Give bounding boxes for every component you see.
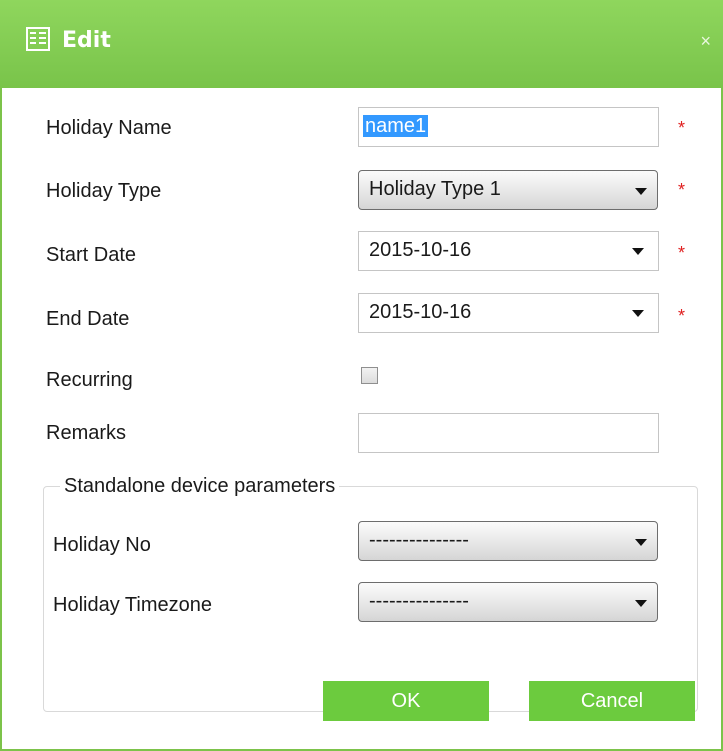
standalone-params-legend: Standalone device parameters — [60, 475, 340, 498]
edit-form-icon — [26, 27, 50, 51]
holiday-timezone-select[interactable]: --------------- — [358, 582, 658, 622]
chevron-down-icon[interactable] — [632, 248, 644, 255]
required-marker: * — [678, 180, 686, 200]
start-date-label: Start Date — [46, 244, 137, 266]
end-date-picker[interactable]: 2015-10-16 — [358, 293, 659, 333]
holiday-name-label: Holiday Name — [46, 117, 172, 139]
chevron-down-icon[interactable] — [632, 310, 644, 317]
remarks-input[interactable] — [358, 413, 659, 453]
close-icon[interactable]: × — [700, 32, 711, 50]
holiday-no-value: --------------- — [369, 529, 469, 551]
title-bar: Edit × — [0, 0, 723, 88]
start-date-value: 2015-10-16 — [369, 239, 472, 261]
chevron-down-icon — [635, 188, 647, 195]
end-date-value: 2015-10-16 — [369, 301, 472, 323]
holiday-no-label: Holiday No — [53, 534, 151, 556]
remarks-label: Remarks — [46, 422, 127, 444]
start-date-picker[interactable]: 2015-10-16 — [358, 231, 659, 271]
end-date-label: End Date — [46, 308, 130, 330]
holiday-no-select[interactable]: --------------- — [358, 521, 658, 561]
holiday-type-select[interactable]: Holiday Type 1 — [358, 170, 658, 210]
chevron-down-icon — [635, 539, 647, 546]
required-marker: * — [678, 243, 686, 263]
holiday-name-input[interactable]: name1 — [358, 107, 659, 147]
holiday-type-label: Holiday Type — [46, 180, 162, 202]
cancel-button[interactable]: Cancel — [529, 681, 695, 721]
required-marker: * — [678, 118, 686, 138]
chevron-down-icon — [635, 600, 647, 607]
recurring-checkbox[interactable] — [361, 367, 378, 384]
holiday-timezone-label: Holiday Timezone — [53, 594, 212, 616]
required-marker: * — [678, 306, 686, 326]
ok-button[interactable]: OK — [323, 681, 489, 721]
holiday-name-value: name1 — [363, 115, 429, 137]
recurring-label: Recurring — [46, 369, 133, 391]
holiday-timezone-value: --------------- — [369, 590, 469, 612]
dialog-title: Edit — [62, 28, 111, 53]
holiday-type-value: Holiday Type 1 — [369, 178, 501, 200]
